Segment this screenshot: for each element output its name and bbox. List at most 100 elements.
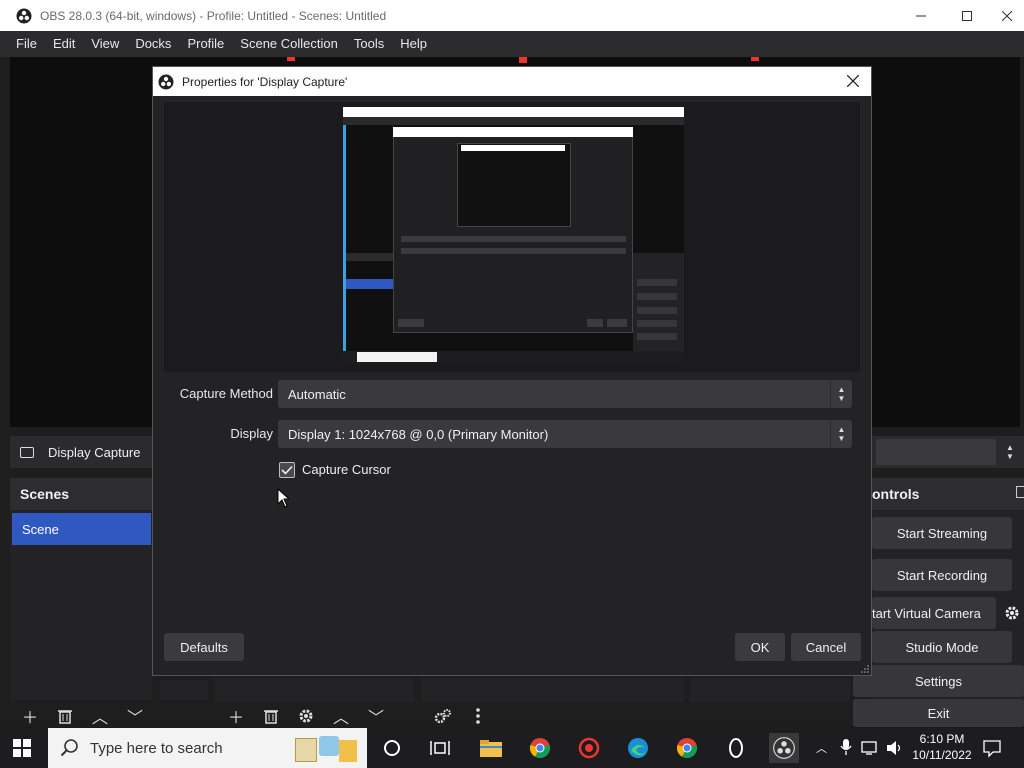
start-recording-button[interactable]: Start Recording [872,559,1012,591]
chevron-up-icon[interactable]: ︿ [816,740,827,756]
dialog-title-bar: Properties for 'Display Capture' [153,67,871,96]
minimize-icon [916,15,926,16]
windows-logo-icon [13,739,31,757]
cancel-button[interactable]: Cancel [791,633,861,661]
menu-docks[interactable]: Docks [127,31,179,57]
start-streaming-button[interactable]: Start Streaming [872,517,1012,549]
move-source-up-button[interactable]: ︿ [327,704,355,728]
settings-button[interactable]: Settings [853,665,1024,697]
chrome-button[interactable] [525,733,555,763]
volume-icon[interactable] [886,740,904,759]
transitions [690,678,850,702]
start-virtual-camera-button[interactable]: tart Virtual Camera [872,597,996,629]
obs-logo-icon [16,8,32,23]
properties-bar-right: ▲ ▼ [872,436,1024,468]
dialog-close-button[interactable] [843,71,863,91]
maximize-button[interactable] [944,0,990,31]
menu-scene-collection[interactable]: Scene Collection [232,31,346,57]
start-button[interactable] [12,738,32,761]
ok-button[interactable]: OK [735,633,785,661]
close-icon [1002,10,1012,21]
remove-scene-button[interactable] [51,704,79,728]
undock-icon[interactable] [1016,486,1024,498]
audio-menu-button[interactable] [464,704,492,728]
menu-help[interactable]: Help [392,31,435,57]
mouse-cursor-icon [277,488,289,508]
chevron-down-icon: ﹀ [367,710,384,727]
plus-icon: ＋ [21,710,38,727]
resize-grip-icon[interactable] [861,665,869,673]
advanced-audio-button[interactable] [429,704,457,728]
spin-icon: ▲ ▼ [830,420,852,448]
cortana-button[interactable] [377,733,407,763]
properties-dialog: Properties for 'Display Capture' Capture… [152,66,872,676]
edge-button[interactable] [623,733,653,763]
task-view-button[interactable] [425,733,455,763]
scenes-toolbar: ＋ ︿ ﹀ [16,703,156,729]
exit-button[interactable]: Exit [853,699,1024,727]
menu-edit[interactable]: Edit [45,31,83,57]
app-button-o[interactable] [721,733,751,763]
display-label: Display [230,426,273,441]
network-icon[interactable] [861,740,881,759]
microphone-icon[interactable] [840,738,852,759]
close-window-button[interactable] [990,0,1024,31]
menu-profile[interactable]: Profile [179,31,232,57]
virtual-camera-settings-button[interactable] [1000,597,1024,629]
capture-method-select[interactable]: Automatic ▲ ▼ [278,380,852,408]
add-scene-button[interactable]: ＋ [16,704,44,728]
trash-icon [264,710,278,724]
obs-logo-icon [158,74,174,89]
chrome-button-2[interactable] [672,733,702,763]
chrome-icon [529,738,551,758]
menu-file[interactable]: File [8,31,45,57]
chevron-up-icon: ︿ [91,710,108,727]
display-select[interactable]: Display 1: 1024x768 @ 0,0 (Primary Monit… [278,420,852,448]
obs-taskbar-button[interactable] [769,733,799,763]
add-source-button[interactable]: ＋ [222,704,250,728]
remove-source-button[interactable] [257,704,285,728]
menu-bar: File Edit View Docks Profile Scene Colle… [0,31,1024,57]
search-placeholder: Type here to search [90,739,223,757]
capture-method-label: Capture Method [179,386,273,401]
close-icon [847,75,859,87]
recorder-app-button[interactable] [574,733,604,763]
search-icon [60,739,78,757]
system-clock[interactable]: 6:10 PM 10/11/2022 [912,731,972,763]
obs-logo-icon [773,737,795,759]
capture-preview [343,107,684,363]
folder-icon [480,740,502,757]
source-name: Display Capture [48,444,141,460]
maximize-icon [962,10,972,21]
scene-item[interactable]: Scene [12,513,151,545]
spin-icon: ▲ ▼ [830,380,852,408]
chevron-up-icon: ︿ [332,710,349,727]
kebab-menu-icon [476,708,480,724]
capture-method-value: Automatic [288,386,346,402]
gear-icon [299,709,313,723]
notification-icon [983,740,1001,758]
move-scene-down-button[interactable]: ﹀ [121,704,149,728]
minimize-button[interactable] [898,0,944,31]
cortana-icon [384,740,400,756]
gear-icon [1005,606,1019,620]
move-source-down-button[interactable]: ﹀ [362,704,390,728]
clock-date: 10/11/2022 [912,748,972,762]
source-properties-button[interactable] [292,704,320,728]
menu-tools[interactable]: Tools [346,31,392,57]
spin-icon: ▲ ▼ [1006,443,1014,461]
capture-cursor-label[interactable]: Capture Cursor [302,462,391,477]
ring-app-icon [729,738,743,758]
move-scene-up-button[interactable]: ︿ [86,704,114,728]
studio-mode-button[interactable]: Studio Mode [872,631,1012,663]
menu-view[interactable]: View [83,31,127,57]
display-value: Display 1: 1024x768 @ 0,0 (Primary Monit… [288,426,549,442]
taskbar-search[interactable]: Type here to search [48,728,367,768]
sources-toolbar: ＋ ︿ ﹀ [222,703,397,729]
notifications-button[interactable] [982,738,1002,761]
window-title: OBS 28.0.3 (64-bit, windows) - Profile: … [40,8,387,23]
capture-cursor-checkbox[interactable] [279,462,295,478]
file-explorer-button[interactable] [476,733,506,763]
trash-icon [58,710,72,724]
defaults-button[interactable]: Defaults [164,633,244,661]
